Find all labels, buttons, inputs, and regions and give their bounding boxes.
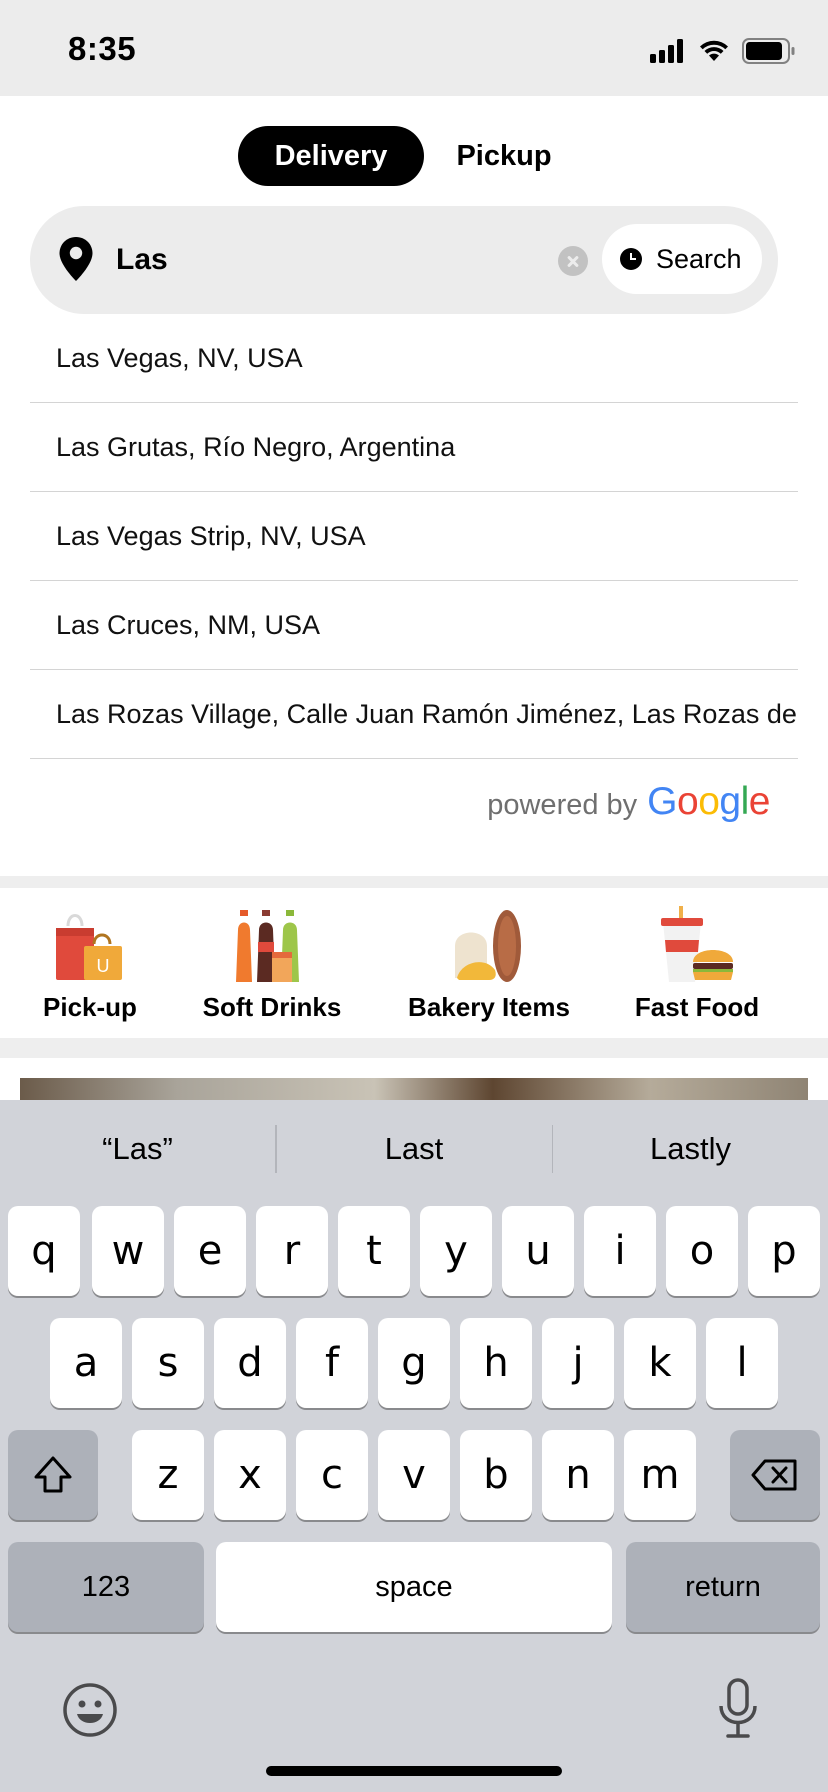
clock-icon [620, 248, 642, 270]
delivery-tab[interactable]: Delivery [238, 126, 424, 186]
on-screen-keyboard: “Las” Last Lastly q w e r t y u i o p a … [0, 1100, 828, 1792]
key-z[interactable]: z [132, 1430, 204, 1520]
prediction-item[interactable]: Lastly [553, 1131, 828, 1167]
wifi-icon [700, 40, 728, 61]
suggestion-item[interactable]: Las Grutas, Río Negro, Argentina [30, 403, 798, 492]
key-d[interactable]: d [214, 1318, 286, 1408]
signal-icon [650, 39, 683, 63]
key-t[interactable]: t [338, 1206, 410, 1296]
key-f[interactable]: f [296, 1318, 368, 1408]
delete-key[interactable] [730, 1430, 820, 1520]
prediction-item[interactable]: Last [277, 1131, 552, 1167]
category-label: Soft Drinks [202, 992, 342, 1022]
address-search-input[interactable] [116, 234, 576, 286]
key-r[interactable]: r [256, 1206, 328, 1296]
key-q[interactable]: q [8, 1206, 80, 1296]
key-k[interactable]: k [624, 1318, 696, 1408]
key-m[interactable]: m [624, 1430, 696, 1520]
section-divider [0, 876, 828, 888]
search-button-label: Search [656, 243, 742, 274]
category-label: Bakery Items [408, 992, 570, 1022]
key-h[interactable]: h [460, 1318, 532, 1408]
google-logo-letter: o [677, 780, 699, 823]
suggestion-list: Las Vegas, NV, USA Las Grutas, Río Negro… [30, 314, 798, 759]
suggestion-item[interactable]: Las Vegas, NV, USA [30, 314, 798, 403]
key-v[interactable]: v [378, 1430, 450, 1520]
suggestion-item[interactable]: Las Cruces, NM, USA [30, 581, 798, 670]
svg-text:U: U [97, 956, 110, 976]
mode-toggle: Delivery Pickup [238, 126, 564, 186]
predictive-bar: “Las” Last Lastly [0, 1100, 828, 1198]
google-logo: Google [647, 780, 770, 824]
shopping-bags-icon: U [56, 914, 122, 980]
microphone-icon[interactable] [716, 1678, 760, 1740]
location-pin-icon [59, 237, 93, 281]
powered-by-text: powered by [487, 789, 638, 821]
key-e[interactable]: e [174, 1206, 246, 1296]
soda-bottles-icon [236, 910, 299, 982]
key-u[interactable]: u [502, 1206, 574, 1296]
emoji-icon[interactable] [62, 1682, 118, 1738]
battery-icon [742, 38, 795, 64]
key-i[interactable]: i [584, 1206, 656, 1296]
pickup-tab[interactable]: Pickup [444, 126, 564, 186]
delete-icon [751, 1459, 797, 1491]
key-n[interactable]: n [542, 1430, 614, 1520]
suggestion-item[interactable]: Las Rozas Village, Calle Juan Ramón Jimé… [30, 670, 798, 759]
category-bakery-items[interactable]: Bakery Items [404, 888, 574, 1038]
key-b[interactable]: b [460, 1430, 532, 1520]
category-pick-up[interactable]: U Pick-up [38, 888, 142, 1038]
category-fast-food[interactable]: Fast Food [632, 888, 762, 1038]
suggestion-item[interactable]: Las Vegas Strip, NV, USA [30, 492, 798, 581]
google-logo-letter: G [647, 780, 678, 823]
search-button[interactable]: Search [602, 224, 762, 294]
category-label: Fast Food [634, 992, 760, 1022]
google-logo-letter: l [740, 780, 750, 823]
key-j[interactable]: j [542, 1318, 614, 1408]
shift-icon [34, 1456, 72, 1493]
category-soft-drinks[interactable]: Soft Drinks [200, 888, 344, 1038]
google-logo-letter: g [719, 780, 741, 823]
key-o[interactable]: o [666, 1206, 738, 1296]
space-key[interactable]: space [216, 1542, 612, 1632]
key-y[interactable]: y [420, 1206, 492, 1296]
home-indicator[interactable] [266, 1766, 562, 1776]
address-search-bar: Search [30, 206, 778, 314]
key-l[interactable]: l [706, 1318, 778, 1408]
key-g[interactable]: g [378, 1318, 450, 1408]
google-logo-letter: e [748, 780, 771, 823]
key-s[interactable]: s [132, 1318, 204, 1408]
key-x[interactable]: x [214, 1430, 286, 1520]
category-strip: U Pick-up Soft Drinks Bakery Items Fast … [0, 888, 828, 1038]
burger-drink-icon [661, 906, 733, 982]
return-key[interactable]: return [626, 1542, 820, 1632]
key-a[interactable]: a [50, 1318, 122, 1408]
shift-key[interactable] [8, 1430, 98, 1520]
status-bar: 8:35 [0, 0, 828, 96]
key-c[interactable]: c [296, 1430, 368, 1520]
prediction-item[interactable]: “Las” [0, 1131, 275, 1167]
google-logo-letter: o [698, 780, 720, 823]
numbers-key[interactable]: 123 [8, 1542, 204, 1632]
status-time: 8:35 [68, 30, 137, 67]
section-divider [0, 1038, 828, 1058]
key-p[interactable]: p [748, 1206, 820, 1296]
clear-icon[interactable] [558, 246, 588, 276]
promo-banner-image[interactable] [20, 1078, 808, 1100]
category-label: Pick-up [43, 992, 137, 1022]
bread-icon [455, 910, 521, 982]
status-icons [650, 36, 796, 66]
powered-by-google: powered by Google [487, 780, 770, 824]
key-w[interactable]: w [92, 1206, 164, 1296]
